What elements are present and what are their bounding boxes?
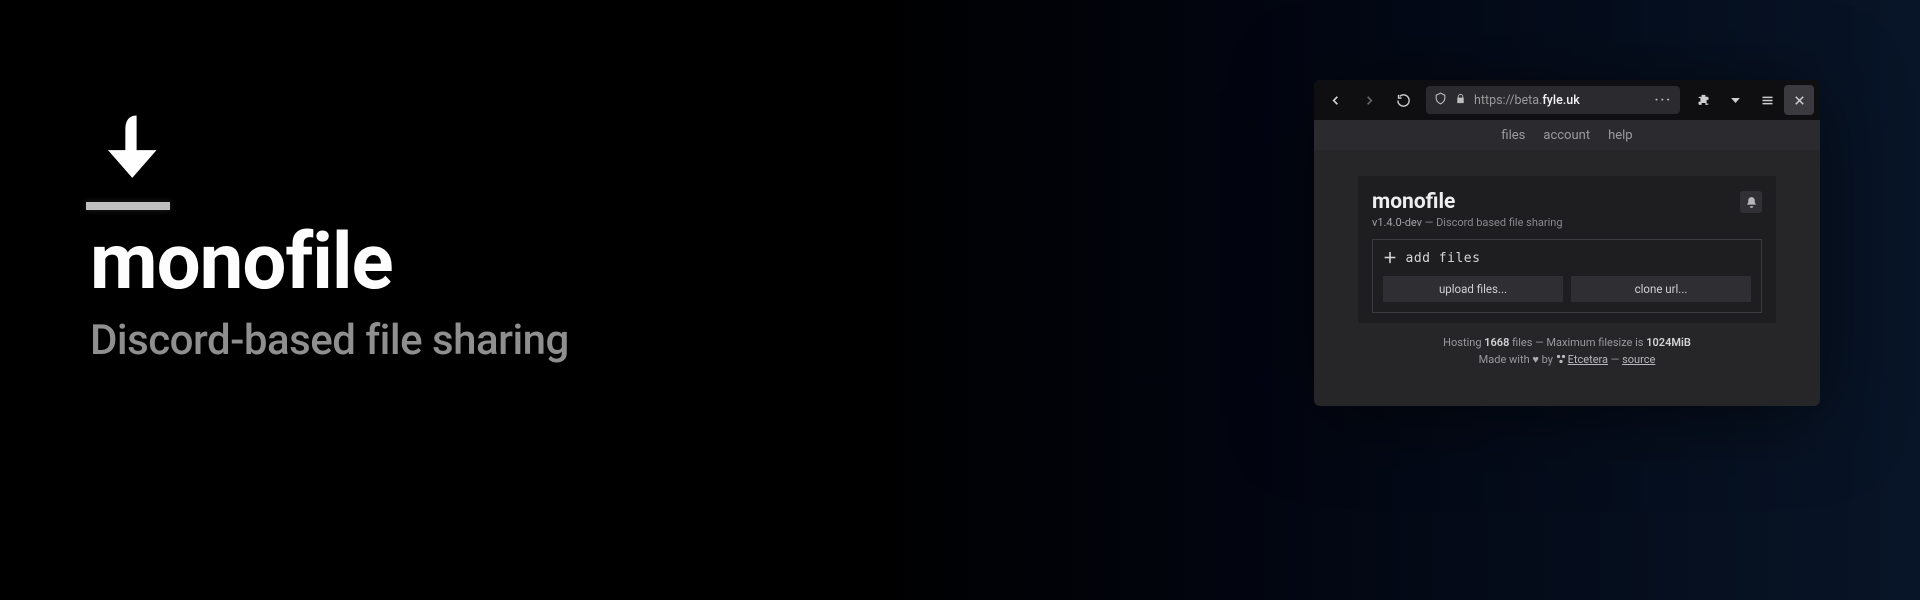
upload-card: monofile v1.4.0-dev — Discord based file… <box>1358 176 1776 323</box>
address-actions-icon[interactable]: ··· <box>1655 93 1672 108</box>
address-text: https://beta.fyle.uk <box>1474 93 1580 108</box>
add-files-zone: ＋ add files upload files... clone url... <box>1372 239 1762 313</box>
nav-back-button[interactable] <box>1320 85 1350 115</box>
notifications-button[interactable] <box>1740 191 1762 213</box>
add-files-header: ＋ add files <box>1383 248 1751 268</box>
downloads-button[interactable] <box>1720 85 1750 115</box>
hero-block: monofile Discord-based file sharing <box>90 112 890 365</box>
address-bar[interactable]: https://beta.fyle.uk ··· <box>1426 86 1680 114</box>
app-nav: files account help <box>1314 120 1820 150</box>
browser-titlebar: https://beta.fyle.uk ··· <box>1314 80 1820 120</box>
footer-credits: Made with ♥ by Etcetera — source <box>1358 352 1776 369</box>
nav-forward-button[interactable] <box>1354 85 1384 115</box>
shield-icon <box>1434 92 1447 109</box>
nav-account[interactable]: account <box>1543 128 1590 143</box>
window-close-button[interactable] <box>1784 85 1814 115</box>
add-files-label: add files <box>1406 251 1481 266</box>
nav-reload-button[interactable] <box>1388 85 1418 115</box>
lock-icon <box>1455 93 1466 108</box>
upload-files-button[interactable]: upload files... <box>1383 276 1563 302</box>
author-link[interactable]: Etcetera <box>1568 353 1608 366</box>
source-link[interactable]: source <box>1622 353 1655 366</box>
footer-stats: Hosting 1668 files — Maximum filesize is… <box>1358 335 1776 352</box>
hero-subtitle: Discord-based file sharing <box>90 316 890 365</box>
hero-title: monofile <box>90 222 890 304</box>
etcetera-icon <box>1556 354 1566 364</box>
app-footer: Hosting 1668 files — Maximum filesize is… <box>1358 335 1776 368</box>
nav-files[interactable]: files <box>1501 128 1525 143</box>
clone-url-button[interactable]: clone url... <box>1571 276 1751 302</box>
card-title: monofile <box>1372 190 1455 214</box>
menu-button[interactable] <box>1752 85 1782 115</box>
extensions-button[interactable] <box>1688 85 1718 115</box>
plus-icon: ＋ <box>1383 248 1398 268</box>
app-viewport: monofile v1.4.0-dev — Discord based file… <box>1314 150 1820 406</box>
nav-help[interactable]: help <box>1608 128 1633 143</box>
card-subtitle: v1.4.0-dev — Discord based file sharing <box>1372 216 1762 229</box>
browser-window: https://beta.fyle.uk ··· files account h… <box>1314 80 1820 406</box>
hero-download-logo <box>90 112 178 210</box>
